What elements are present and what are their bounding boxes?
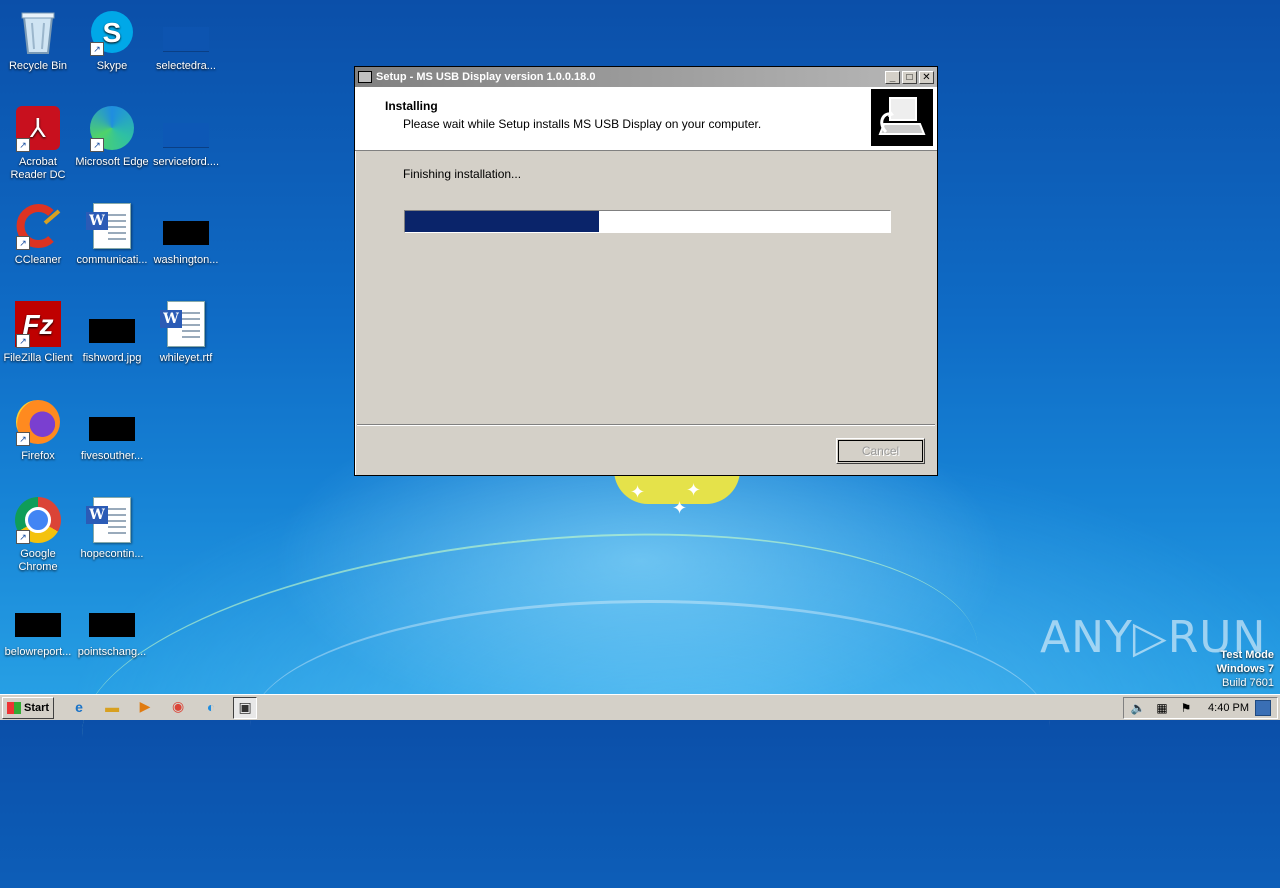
- footer-separator: [357, 424, 935, 426]
- file-thumbnail-icon: [162, 104, 210, 152]
- file-thumbnail-icon: [162, 8, 210, 56]
- file-thumbnail-icon: [88, 594, 136, 642]
- desktop-icon-edge[interactable]: ↗ Microsoft Edge: [74, 104, 150, 169]
- close-button[interactable]: ✕: [919, 70, 934, 84]
- desktop-icon-recycle-bin[interactable]: Recycle Bin: [0, 8, 76, 73]
- file-thumbnail-icon: [88, 300, 136, 348]
- edge-taskbar-icon[interactable]: ◐: [200, 697, 222, 717]
- install-status-text: Finishing installation...: [403, 167, 522, 181]
- quick-launch: e ▬ ▶ ◉ ◐ ▣: [68, 696, 268, 719]
- word-document-icon: W: [86, 496, 136, 544]
- windows-flag-icon: [7, 701, 21, 714]
- desktop-icon-fishword[interactable]: fishword.jpg: [74, 300, 150, 365]
- shortcut-arrow-icon: ↗: [16, 236, 30, 250]
- system-tray: 🔈 ▦ ⚑ 4:40 PM: [1123, 696, 1278, 719]
- desktop-icon-whileyet[interactable]: W whileyet.rtf: [148, 300, 224, 365]
- setup-computer-icon: [871, 89, 933, 146]
- shortcut-arrow-icon: ↗: [16, 530, 30, 544]
- desktop-icon-communicati[interactable]: W communicati...: [74, 202, 150, 267]
- firefox-icon: ↗: [14, 398, 62, 446]
- shortcut-arrow-icon: ↗: [16, 432, 30, 446]
- setup-taskbar-icon[interactable]: ▣: [233, 696, 258, 719]
- volume-icon[interactable]: 🔈: [1130, 701, 1146, 715]
- desktop-icon-washington[interactable]: washington...: [148, 202, 224, 267]
- desktop-icon-acrobat[interactable]: ⅄ ↗ Acrobat Reader DC: [0, 104, 76, 182]
- file-thumbnail-icon: [88, 398, 136, 446]
- word-document-icon: W: [160, 300, 210, 348]
- recycle-bin-icon: [14, 8, 62, 56]
- desktop-icon-serviceford[interactable]: serviceford....: [148, 104, 224, 169]
- edge-icon: ↗: [88, 104, 136, 152]
- desktop-icon-firefox[interactable]: ↗ Firefox: [0, 398, 76, 463]
- shortcut-arrow-icon: ↗: [90, 42, 104, 56]
- shortcut-arrow-icon: ↗: [90, 138, 104, 152]
- network-icon[interactable]: ▦: [1154, 701, 1170, 715]
- wallpaper-sparkle-icon: ✦: [686, 480, 702, 500]
- progress-fill: [405, 211, 599, 232]
- desktop-icon-filezilla[interactable]: Fz ↗ FileZilla Client: [0, 300, 76, 365]
- maximize-button[interactable]: □: [902, 70, 917, 84]
- shortcut-arrow-icon: ↗: [16, 138, 30, 152]
- chrome-taskbar-icon[interactable]: ◉: [167, 697, 189, 717]
- wallpaper-sparkle-icon: ✦: [672, 498, 688, 518]
- acrobat-icon: ⅄ ↗: [14, 104, 62, 152]
- header-title: Installing: [385, 99, 438, 113]
- desktop-icon-hopecontin[interactable]: W hopecontin...: [74, 496, 150, 561]
- setup-header-panel: Installing Please wait while Setup insta…: [355, 87, 937, 151]
- windows-version-line: Windows 7: [1216, 663, 1274, 675]
- setup-titlebar[interactable]: Setup - MS USB Display version 1.0.0.18.…: [355, 67, 937, 87]
- setup-window[interactable]: Setup - MS USB Display version 1.0.0.18.…: [354, 66, 938, 476]
- internet-explorer-icon[interactable]: e: [68, 697, 90, 717]
- wallpaper-swoosh-2: [250, 600, 1050, 853]
- install-progress-bar: [404, 210, 891, 233]
- desktop-icon-chrome[interactable]: ↗ Google Chrome: [0, 496, 76, 574]
- show-desktop-icon[interactable]: [1255, 699, 1271, 716]
- shortcut-arrow-icon: ↗: [16, 334, 30, 348]
- minimize-button[interactable]: _: [885, 70, 900, 84]
- file-explorer-icon[interactable]: ▬: [101, 697, 123, 717]
- chrome-icon: ↗: [14, 496, 62, 544]
- ccleaner-icon: ↗: [14, 202, 62, 250]
- desktop-icon-fivesouther[interactable]: fivesouther...: [74, 398, 150, 463]
- window-title: Setup - MS USB Display version 1.0.0.18.…: [376, 71, 596, 83]
- file-thumbnail-icon: [14, 594, 62, 642]
- word-document-icon: W: [86, 202, 136, 250]
- filezilla-icon: Fz ↗: [14, 300, 62, 348]
- start-label: Start: [24, 701, 50, 714]
- taskbar-clock[interactable]: 4:40 PM: [1208, 702, 1249, 714]
- taskbar: Start e ▬ ▶ ◉ ◐ ▣ 🔈 ▦ ⚑ 4:40 PM: [0, 694, 1280, 720]
- media-player-icon[interactable]: ▶: [134, 697, 156, 717]
- header-subtitle: Please wait while Setup installs MS USB …: [403, 117, 762, 131]
- desktop-icon-pointschang[interactable]: pointschang...: [74, 594, 150, 659]
- test-mode-watermark: Test Mode Windows 7 Build 7601: [1217, 648, 1274, 690]
- file-thumbnail-icon: [162, 202, 210, 250]
- wallpaper-sparkle-icon: ✦: [630, 482, 646, 502]
- cancel-button[interactable]: Cancel: [836, 438, 925, 464]
- desktop-icon-ccleaner[interactable]: ↗ CCleaner: [0, 202, 76, 267]
- setup-app-icon: [358, 71, 372, 83]
- desktop-icon-skype[interactable]: S ↗ Skype: [74, 8, 150, 73]
- desktop-icon-selectedra[interactable]: selectedra...: [148, 8, 224, 73]
- skype-icon: S ↗: [88, 8, 136, 56]
- action-center-flag-icon[interactable]: ⚑: [1178, 701, 1194, 715]
- test-mode-line: Test Mode: [1220, 649, 1274, 661]
- desktop-icon-belowreport[interactable]: belowreport...: [0, 594, 76, 659]
- start-button[interactable]: Start: [2, 696, 55, 719]
- build-line: Build 7601: [1222, 677, 1274, 689]
